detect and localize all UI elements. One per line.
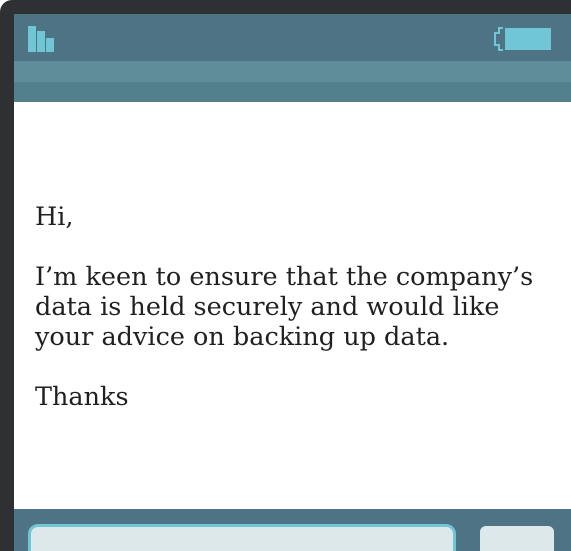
message-paragraph: I’m keen to ensure that the company’s da…	[35, 262, 555, 352]
reply-input[interactable]	[28, 524, 456, 551]
message-body: Hi, I’m keen to ensure that the company’…	[35, 202, 555, 442]
message-line: I’m keen to ensure that the company’s	[35, 262, 534, 292]
reply-bar	[14, 509, 571, 551]
send-button[interactable]	[480, 526, 554, 551]
signal-icon	[28, 26, 54, 52]
message-signoff: Thanks	[35, 382, 129, 412]
status-bar	[14, 14, 571, 61]
phone-device: Hi, I’m keen to ensure that the company’…	[0, 0, 571, 551]
message-line: data is held securely and would like	[35, 292, 500, 322]
header-band	[14, 61, 571, 82]
message-greeting: Hi,	[35, 202, 74, 232]
message-line: your advice on backing up data.	[35, 322, 450, 352]
phone-screen: Hi, I’m keen to ensure that the company’…	[14, 14, 571, 551]
battery-icon	[494, 27, 551, 51]
header-band-lower	[14, 82, 571, 102]
